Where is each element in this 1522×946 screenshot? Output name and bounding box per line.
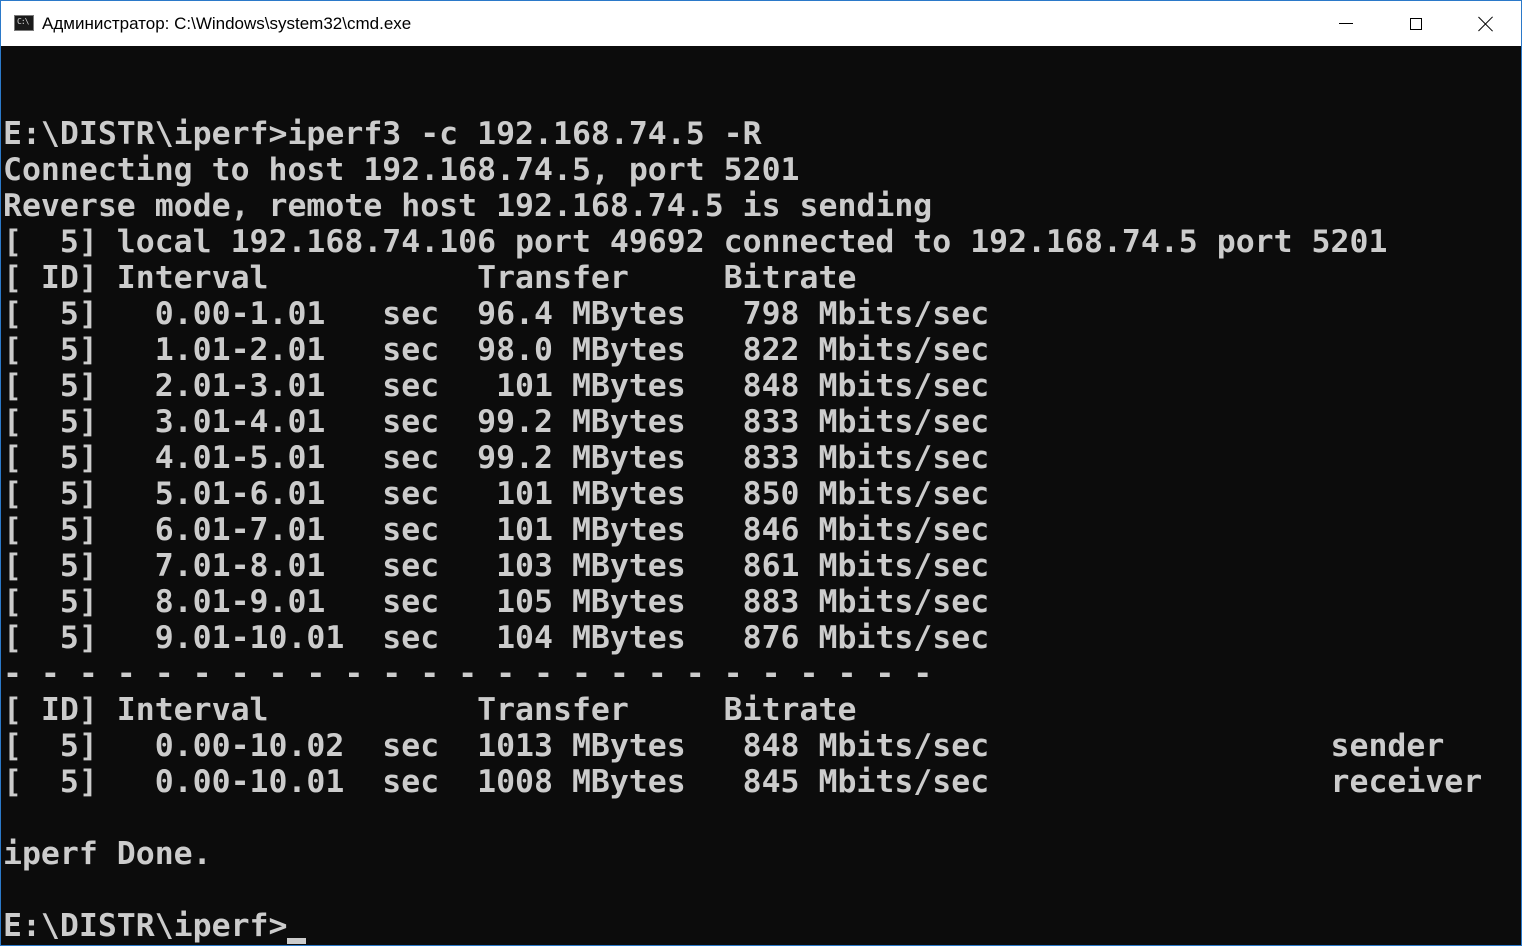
console-line: [ 5] 3.01-4.01 sec 99.2 MBytes 833 Mbits… (3, 404, 990, 440)
console-line: iperf Done. (3, 836, 212, 872)
cmd-console-icon[interactable]: C:\ (14, 15, 34, 31)
close-icon (1478, 16, 1494, 32)
console-prompt-line: E:\DISTR\iperf> (3, 908, 1482, 944)
console-line: Reverse mode, remote host 192.168.74.5 i… (3, 188, 933, 224)
cmd-window: C:\ Администратор: C:\Windows\system32\c… (0, 0, 1522, 946)
console-line: [ 5] 7.01-8.01 sec 103 MBytes 861 Mbits/… (3, 548, 990, 584)
console-line: E:\DISTR\iperf>iperf3 -c 192.168.74.5 -R (3, 116, 762, 152)
console-line: [ 5] 5.01-6.01 sec 101 MBytes 850 Mbits/… (3, 476, 990, 512)
console-line: [ 5] 2.01-3.01 sec 101 MBytes 848 Mbits/… (3, 368, 990, 404)
console-line: [ 5] 6.01-7.01 sec 101 MBytes 846 Mbits/… (3, 512, 990, 548)
console-line: [ 5] 0.00-10.01 sec 1008 MBytes 845 Mbit… (3, 764, 1483, 800)
cmd-icon-glyph: C:\ (17, 17, 29, 26)
console-line: Connecting to host 192.168.74.5, port 52… (3, 152, 800, 188)
title-bar[interactable]: C:\ Администратор: C:\Windows\system32\c… (1, 1, 1521, 46)
console-line: [ ID] Interval Transfer Bitrate (3, 692, 857, 728)
minimize-button[interactable] (1311, 1, 1381, 46)
text-cursor (287, 938, 307, 944)
console-output: E:\DISTR\iperf>iperf3 -c 192.168.74.5 -R… (3, 80, 1482, 944)
console-area[interactable]: E:\DISTR\iperf>iperf3 -c 192.168.74.5 -R… (1, 46, 1521, 945)
console-line: [ 5] 1.01-2.01 sec 98.0 MBytes 822 Mbits… (3, 332, 990, 368)
console-line: [ ID] Interval Transfer Bitrate (3, 260, 857, 296)
console-line: [ 5] 9.01-10.01 sec 104 MBytes 876 Mbits… (3, 620, 990, 656)
console-line: [ 5] 0.00-1.01 sec 96.4 MBytes 798 Mbits… (3, 296, 990, 332)
maximize-button[interactable] (1381, 1, 1451, 46)
window-title: Администратор: C:\Windows\system32\cmd.e… (42, 14, 412, 33)
console-line: [ 5] local 192.168.74.106 port 49692 con… (3, 224, 1388, 260)
close-button[interactable] (1451, 1, 1521, 46)
console-line: [ 5] 8.01-9.01 sec 105 MBytes 883 Mbits/… (3, 584, 990, 620)
console-line: - - - - - - - - - - - - - - - - - - - - … (3, 656, 933, 692)
minimize-icon (1339, 23, 1353, 24)
console-line: [ 5] 0.00-10.02 sec 1013 MBytes 848 Mbit… (3, 728, 1445, 764)
maximize-icon (1410, 17, 1422, 30)
console-line: [ 5] 4.01-5.01 sec 99.2 MBytes 833 Mbits… (3, 440, 990, 476)
